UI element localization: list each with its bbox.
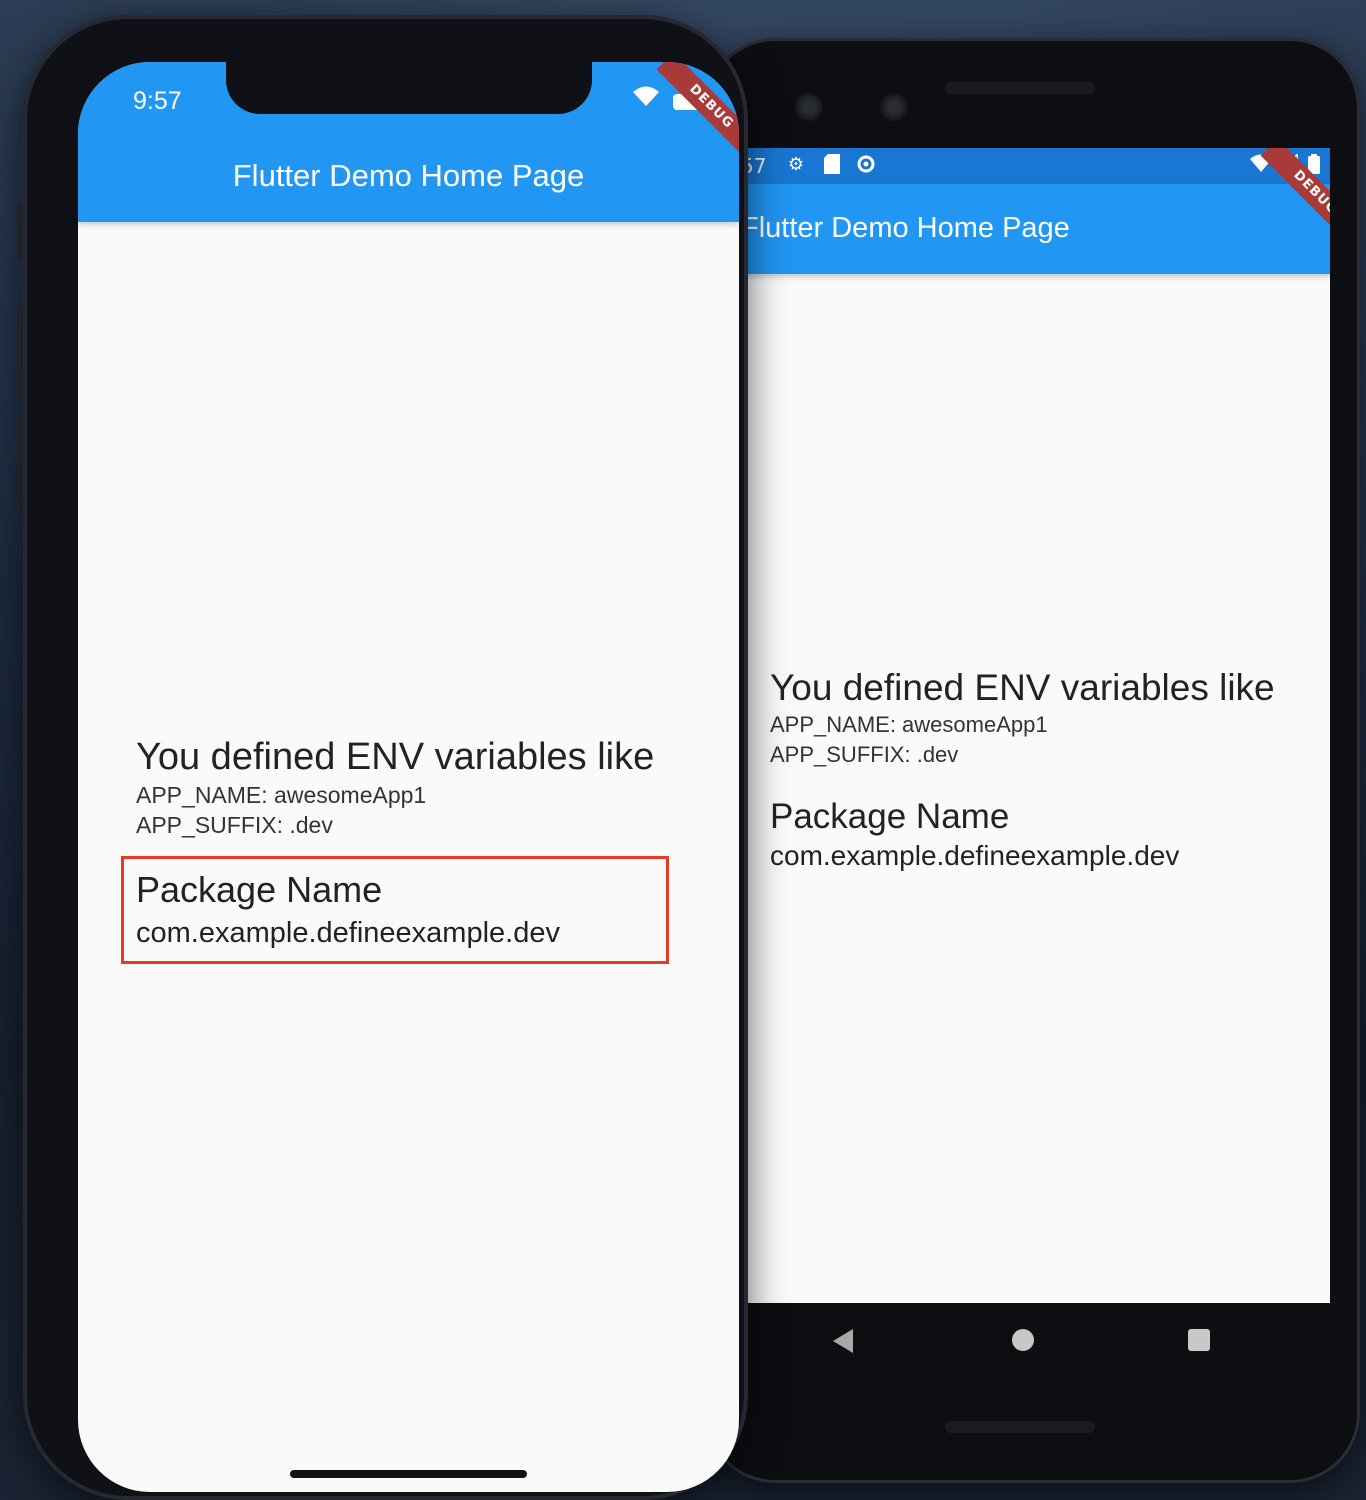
package-name-title: Package Name bbox=[770, 797, 1010, 836]
android-front-sensor-icon bbox=[880, 93, 908, 121]
home-indicator[interactable] bbox=[290, 1470, 527, 1478]
wifi-icon bbox=[633, 86, 659, 111]
iphone-status-time: 9:57 bbox=[133, 87, 182, 115]
android-status-time: 57 bbox=[745, 154, 767, 178]
android-phone: 57 ⚙ Flutter Demo Home Page DEBUG You de… bbox=[705, 38, 1360, 1483]
android-app-bar-title: Flutter Demo Home Page bbox=[745, 212, 1070, 244]
package-name-value: com.example.defineexample.dev bbox=[770, 840, 1180, 871]
iphone-screen: 9:57 Flutter Demo Home Page DEBUG You de… bbox=[78, 62, 739, 1492]
package-name-title: Package Name bbox=[136, 869, 383, 910]
gear-icon: ⚙ bbox=[787, 154, 805, 175]
android-nav-bar bbox=[745, 1303, 1330, 1383]
android-status-bar: 57 ⚙ bbox=[745, 148, 1330, 184]
sync-icon bbox=[855, 154, 877, 176]
env-heading: You defined ENV variables like bbox=[770, 667, 1275, 708]
app-name-line: APP_NAME: awesomeApp1 bbox=[770, 712, 1048, 737]
app-suffix-line: APP_SUFFIX: .dev bbox=[770, 742, 959, 767]
android-app-bar: Flutter Demo Home Page bbox=[745, 184, 1330, 274]
android-top-speaker bbox=[945, 82, 1095, 94]
iphone-app-bar-title: Flutter Demo Home Page bbox=[232, 158, 585, 193]
iphone-content: You defined ENV variables like APP_NAME:… bbox=[136, 734, 736, 840]
package-name-value: com.example.defineexample.dev bbox=[136, 917, 560, 949]
iphone: 9:57 Flutter Demo Home Page DEBUG You de… bbox=[23, 15, 748, 1500]
back-icon[interactable] bbox=[833, 1329, 853, 1353]
package-name-highlight: Package Name com.example.defineexample.d… bbox=[121, 856, 669, 964]
android-bottom-speaker bbox=[945, 1421, 1095, 1433]
android-front-camera-icon bbox=[795, 93, 823, 121]
home-icon[interactable] bbox=[1012, 1329, 1034, 1351]
app-suffix-line: APP_SUFFIX: .dev bbox=[136, 812, 333, 838]
android-content: You defined ENV variables like APP_NAME:… bbox=[770, 666, 1325, 874]
env-heading: You defined ENV variables like bbox=[136, 736, 655, 778]
app-name-line: APP_NAME: awesomeApp1 bbox=[136, 782, 427, 808]
recents-icon[interactable] bbox=[1188, 1329, 1210, 1351]
sd-card-icon bbox=[821, 154, 843, 176]
android-screen: 57 ⚙ Flutter Demo Home Page DEBUG You de… bbox=[745, 148, 1330, 1303]
iphone-notch bbox=[226, 62, 592, 114]
